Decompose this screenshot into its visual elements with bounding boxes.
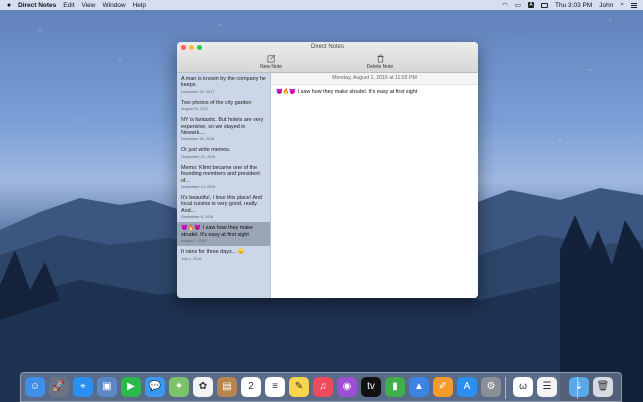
spotlight-icon[interactable]: ⌕: [620, 1, 624, 9]
tv-icon[interactable]: tv: [361, 377, 381, 397]
note-preview: It rains for three days... 😞: [181, 249, 245, 256]
textedit-icon[interactable]: ☰: [537, 377, 557, 397]
note-date: September 13, 2016: [181, 185, 216, 190]
note-date: August 20, 2017: [181, 107, 209, 112]
note-preview: Two photos of the city garden: [181, 99, 252, 106]
note-list-item[interactable]: It's beautiful, I love this place! And l…: [177, 192, 270, 222]
photos-icon[interactable]: ✿: [193, 377, 213, 397]
preview-icon[interactable]: ▣: [97, 377, 117, 397]
new-note-button[interactable]: New Note: [259, 54, 283, 70]
messages-icon[interactable]: 💬: [145, 377, 165, 397]
note-list-item[interactable]: It rains for three days... 😞 July 1, 201…: [177, 246, 270, 263]
wifi-icon[interactable]: ◠: [502, 1, 508, 9]
menu-window[interactable]: Window: [102, 2, 125, 9]
music-icon[interactable]: ♫: [313, 377, 333, 397]
note-preview: It's beautiful, I love this place! And l…: [181, 195, 263, 214]
note-preview: A man is known by the company he keeps.: [181, 76, 266, 89]
podcasts-icon[interactable]: ◉: [337, 377, 357, 397]
downloads-folder-icon[interactable]: ⇣: [569, 377, 589, 397]
app-store-icon[interactable]: A: [457, 377, 477, 397]
note-date: November 20, 2016: [181, 137, 215, 142]
dock-separator: [505, 377, 506, 399]
menu-edit[interactable]: Edit: [63, 2, 74, 9]
direct-notes-window: Direct Notes New Note Delete Note A man …: [177, 42, 478, 298]
menu-user[interactable]: John: [599, 2, 613, 9]
contacts-icon[interactable]: ▤: [217, 377, 237, 397]
note-date: December 20, 2017: [181, 89, 215, 94]
note-list-item[interactable]: Two photos of the city garden August 20,…: [177, 97, 270, 114]
menu-bar: ● Direct Notes Edit View Window Help ◠ ▭…: [0, 0, 643, 10]
note-body-text[interactable]: 😈🔥😈 I saw how they make strudel. It's ea…: [271, 85, 478, 99]
menu-view[interactable]: View: [82, 2, 96, 9]
facetime-icon[interactable]: ▶: [121, 377, 141, 397]
note-date: August 1, 2016: [181, 239, 207, 244]
apple-menu-icon[interactable]: ●: [0, 2, 18, 9]
note-preview: 😈🔥😈 I saw how they make strudel. It's ea…: [181, 225, 253, 238]
window-titlebar: Direct Notes New Note Delete Note: [177, 42, 478, 73]
notes-list: A man is known by the company he keeps. …: [177, 73, 271, 298]
battery-icon[interactable]: [541, 2, 549, 8]
menu-app-name[interactable]: Direct Notes: [18, 2, 56, 9]
menu-help[interactable]: Help: [133, 2, 146, 9]
note-preview: Memo: Klimt became one of the founding m…: [181, 164, 260, 184]
note-date: September 22, 2016: [181, 154, 216, 159]
note-list-item[interactable]: Or just write memos. September 22, 2016: [177, 144, 270, 161]
numbers-icon[interactable]: ▮: [385, 377, 405, 397]
menu-clock[interactable]: Thu 3:03 PM: [555, 2, 592, 9]
keynote-icon[interactable]: ▲: [409, 377, 429, 397]
direct-notes-icon[interactable]: ω: [513, 377, 533, 397]
pages-icon[interactable]: ✐: [433, 377, 453, 397]
dock: ☺ 🚀 ⌖ ▣ ▶ 💬 ✦ ✿ ▤ 2 ≡ ✎ ♫ ◉ tv ▮ ▲ ✐ A ⚙ ω ☰ ⇣ 🗑: [20, 372, 622, 402]
launchpad-icon[interactable]: 🚀: [49, 377, 69, 397]
delete-note-label: Delete Note: [366, 64, 394, 70]
note-preview: NY is fantastic. But hotels are very exp…: [181, 117, 264, 137]
note-list-item[interactable]: A man is known by the company he keeps. …: [177, 73, 270, 97]
delete-note-button[interactable]: Delete Note: [366, 54, 394, 70]
notes-icon[interactable]: ✎: [289, 377, 309, 397]
note-date: July 1, 2016: [181, 256, 202, 261]
note-list-item[interactable]: NY is fantastic. But hotels are very exp…: [177, 114, 270, 144]
window-title: Direct Notes: [310, 44, 344, 50]
trash-icon: [376, 54, 384, 63]
safari-icon[interactable]: ⌖: [73, 377, 93, 397]
dock-separator: [577, 377, 578, 399]
note-list-item-selected[interactable]: 😈🔥😈 I saw how they make strudel. It's ea…: [177, 222, 270, 247]
input-source-icon[interactable]: A: [528, 2, 535, 8]
note-preview: Or just write memos.: [181, 147, 231, 154]
note-list-item[interactable]: Memo: Klimt became one of the founding m…: [177, 162, 270, 192]
note-detail-date: Monday, August 1, 2016 at 11:02 PM: [271, 73, 478, 85]
note-date: September 6, 2016: [181, 215, 214, 220]
reminders-icon[interactable]: ≡: [265, 377, 285, 397]
compose-icon: [267, 54, 275, 63]
new-note-label: New Note: [260, 64, 282, 70]
finder-icon[interactable]: ☺: [25, 377, 45, 397]
airplay-icon[interactable]: ▭: [515, 1, 521, 9]
calendar-icon[interactable]: 2: [241, 377, 261, 397]
system-preferences-icon[interactable]: ⚙: [481, 377, 501, 397]
maps-icon[interactable]: ✦: [169, 377, 189, 397]
note-editor[interactable]: Monday, August 1, 2016 at 11:02 PM 😈🔥😈 I…: [271, 73, 478, 298]
trash-icon[interactable]: 🗑: [593, 377, 613, 397]
notification-center-icon[interactable]: [631, 2, 637, 8]
